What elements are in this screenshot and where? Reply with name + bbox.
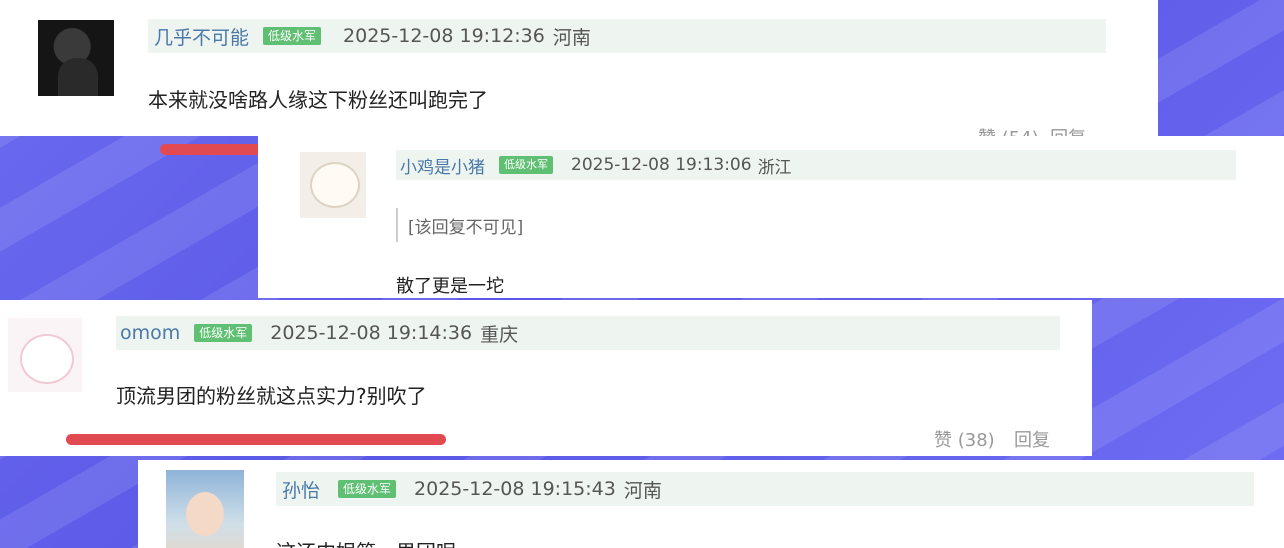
- comment-location: 河南: [623, 479, 662, 502]
- like-button[interactable]: 赞 (38): [934, 426, 995, 452]
- user-level-badge: 低级水军: [499, 156, 553, 174]
- username-link[interactable]: omom: [120, 322, 180, 344]
- username-link[interactable]: 孙怡: [282, 476, 320, 503]
- user-level-badge: 低级水军: [263, 27, 322, 45]
- avatar[interactable]: [300, 152, 366, 218]
- user-level-badge: 低级水军: [338, 480, 397, 498]
- avatar[interactable]: [38, 20, 114, 96]
- username-link[interactable]: 小鸡是小猪: [400, 153, 485, 178]
- comment-timestamp: 2025-12-08 19:12:36: [343, 25, 545, 47]
- comment-text: 这还内娱第一男团呢: [276, 536, 456, 548]
- comment-actions-partial[interactable]: 赞 (54) 回复: [978, 124, 1086, 136]
- comment-meta: 几乎不可能 低级水军 2025-12-08 19:12:36 河南: [148, 19, 1106, 53]
- comment-text: 本来就没啥路人缘这下粉丝还叫跑完了: [148, 88, 488, 112]
- comment-timestamp: 2025-12-08 19:13:06: [571, 155, 752, 175]
- comment-card-3: omom 低级水军 2025-12-08 19:14:36 重庆 顶流男团的粉丝…: [0, 300, 1092, 456]
- comment-location: 浙江: [757, 157, 792, 178]
- avatar-bear-face: [310, 162, 360, 208]
- comment-meta: omom 低级水军 2025-12-08 19:14:36 重庆: [116, 316, 1060, 350]
- reply-button[interactable]: 回复: [1014, 426, 1050, 452]
- comment-location: 河南: [552, 26, 591, 49]
- avatar[interactable]: [166, 470, 244, 548]
- comment-text: 顶流男团的粉丝就这点实力?别吹了: [116, 384, 427, 408]
- avatar-cartoon: [20, 334, 74, 384]
- comment-location: 重庆: [480, 323, 519, 346]
- avatar[interactable]: [8, 318, 82, 392]
- username-link[interactable]: 几乎不可能: [154, 23, 249, 50]
- comment-meta: 孙怡 低级水军 2025-12-08 19:15:43 河南: [276, 472, 1254, 506]
- quoted-reply: [该回复不可见]: [396, 208, 523, 242]
- comment-card-2: 小鸡是小猪 低级水军 2025-12-08 19:13:06 浙江 [该回复不可…: [258, 136, 1284, 298]
- comment-meta: 小鸡是小猪 低级水军 2025-12-08 19:13:06 浙江: [396, 150, 1236, 180]
- quoted-reply-text: [该回复不可见]: [408, 217, 524, 238]
- avatar-figure: [58, 58, 98, 96]
- comment-timestamp: 2025-12-08 19:15:43: [414, 478, 616, 500]
- user-level-badge: 低级水军: [194, 324, 253, 342]
- highlight-underline: [66, 434, 446, 445]
- comment-card-1: 几乎不可能 低级水军 2025-12-08 19:12:36 河南 本来就没啥路…: [0, 0, 1158, 136]
- comment-text: 散了更是一坨: [396, 276, 504, 297]
- comment-timestamp: 2025-12-08 19:14:36: [270, 322, 473, 344]
- comment-card-4: 孙怡 低级水军 2025-12-08 19:15:43 河南 这还内娱第一男团呢: [138, 460, 1284, 548]
- avatar-face: [186, 492, 224, 536]
